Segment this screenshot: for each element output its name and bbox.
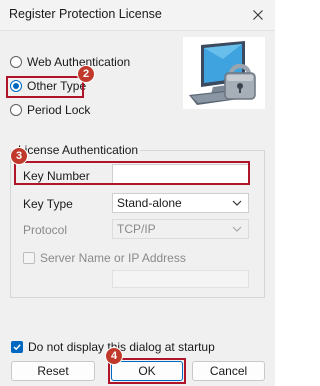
key-type-value: Stand-alone: [117, 196, 182, 210]
step-badge-4: 4: [105, 347, 123, 365]
title-bar: Register Protection License: [0, 0, 275, 31]
highlight-other-type: [6, 76, 84, 98]
key-type-select[interactable]: Stand-alone: [112, 193, 249, 213]
group-title: License Authentication: [16, 143, 141, 157]
key-type-label: Key Type: [23, 197, 73, 211]
radio-period-lock[interactable]: Period Lock: [10, 101, 90, 119]
radio-circle: [10, 104, 22, 116]
protocol-value: TCP/IP: [117, 222, 156, 236]
step-badge-2: 2: [77, 65, 95, 83]
computer-lock-icon: [183, 37, 265, 109]
highlight-key-number: [14, 161, 250, 185]
close-icon: [253, 10, 263, 20]
protocol-select: TCP/IP: [112, 219, 249, 239]
checkbox-box-checked: [11, 341, 23, 353]
server-name-input: [112, 270, 249, 288]
reset-button[interactable]: Reset: [11, 361, 95, 381]
chevron-down-icon: [232, 226, 242, 232]
radio-circle: [10, 56, 22, 68]
server-name-checkbox: Server Name or IP Address: [23, 249, 186, 267]
checkbox-box: [23, 252, 35, 264]
step-badge-3: 3: [10, 147, 28, 165]
protocol-label: Protocol: [23, 223, 68, 237]
cancel-button[interactable]: Cancel: [192, 361, 265, 381]
radio-label: Period Lock: [27, 103, 91, 117]
checkmark-icon: [13, 344, 21, 351]
close-button[interactable]: [241, 0, 275, 30]
window-title: Register Protection License: [9, 7, 162, 21]
checkbox-label: Server Name or IP Address: [40, 251, 186, 265]
radio-web-authentication[interactable]: Web Authentication: [10, 53, 130, 71]
chevron-down-icon: [232, 200, 242, 206]
